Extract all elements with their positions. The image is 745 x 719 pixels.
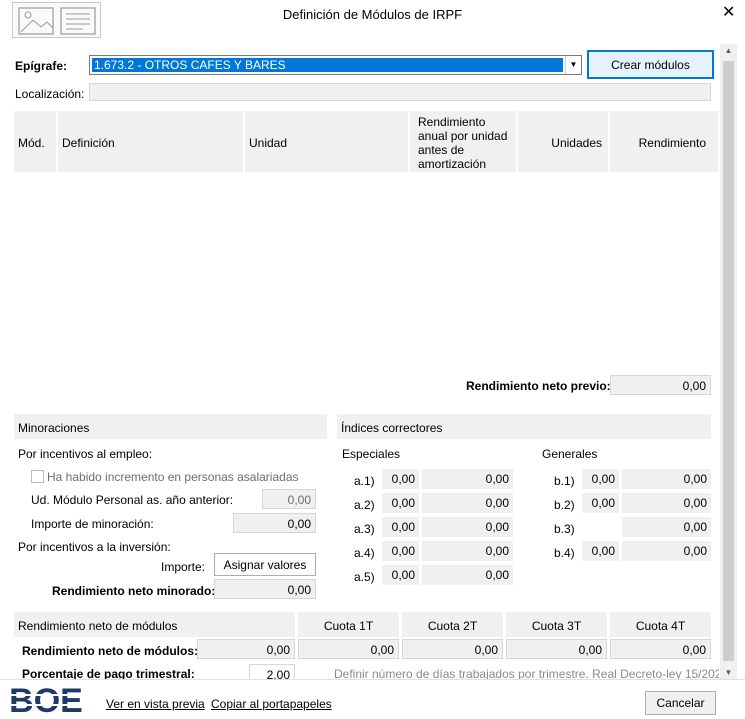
ver-vista-previa-link[interactable]: Ver en vista previa xyxy=(106,697,205,711)
general-value-1: 0,00 xyxy=(582,541,619,561)
importe-minoracion-field[interactable]: 0,00 xyxy=(233,513,316,533)
especial-value-1: 0,00 xyxy=(382,541,419,561)
cuota-3t-header: Cuota 3T xyxy=(506,612,607,637)
localizacion-field[interactable] xyxy=(89,83,711,101)
scroll-thumb[interactable] xyxy=(723,61,734,661)
scroll-down-icon[interactable]: ▼ xyxy=(720,668,737,677)
rend-neto-previo-field: 0,00 xyxy=(610,375,711,395)
cuota-2t-header: Cuota 2T xyxy=(402,612,503,637)
general-label: b.3) xyxy=(554,522,575,536)
boe-logo: BOE xyxy=(6,682,86,719)
especial-value-2: 0,00 xyxy=(422,565,513,585)
general-value-1: 0,00 xyxy=(582,493,619,513)
especial-label: a.2) xyxy=(354,498,375,512)
general-value-1: 0,00 xyxy=(582,469,619,489)
especiales-label: Especiales xyxy=(342,447,401,461)
importe-label: Importe: xyxy=(161,560,206,574)
cuota-1t-value: 0,00 xyxy=(298,639,399,659)
especial-value-1: 0,00 xyxy=(382,469,419,489)
ud-modulo-label: Ud. Módulo Personal as. año anterior: xyxy=(31,493,234,507)
col-rendimiento[interactable]: Rendimiento xyxy=(610,111,718,172)
cuota-4t-value: 0,00 xyxy=(610,639,711,659)
svg-text:BOE: BOE xyxy=(9,684,83,716)
col-mod[interactable]: Mód. xyxy=(14,111,56,172)
close-icon[interactable]: ✕ xyxy=(722,2,735,22)
general-value-2: 0,00 xyxy=(622,517,711,537)
general-value-2: 0,00 xyxy=(622,541,711,561)
localizacion-label: Localización: xyxy=(15,87,85,101)
por-inversion-label: Por incentivos a la inversión: xyxy=(18,540,171,554)
minoraciones-header: Minoraciones xyxy=(14,414,327,439)
vertical-scrollbar[interactable]: ▲ ▼ xyxy=(720,44,737,679)
cuota-4t-header: Cuota 4T xyxy=(610,612,711,637)
epigrafe-selected-value: 1.673.2 - OTROS CAFES Y BARES xyxy=(92,58,563,72)
general-label: b.4) xyxy=(554,546,575,560)
rend-neto-previo-label: Rendimiento neto previo: xyxy=(466,379,611,393)
incremento-checkbox-label: Ha habido incremento en personas asalari… xyxy=(47,470,299,484)
rend-minorado-label: Rendimiento neto minorado: xyxy=(52,584,216,598)
especial-label: a.1) xyxy=(354,474,375,488)
cuota-1t-header: Cuota 1T xyxy=(298,612,399,637)
crear-modulos-button[interactable]: Crear módulos xyxy=(587,50,714,79)
rend-modulos-row-label: Rendimiento neto de módulos: xyxy=(22,644,198,658)
epigrafe-label: Epígrafe: xyxy=(15,59,68,73)
cancelar-button[interactable]: Cancelar xyxy=(645,691,716,715)
incremento-checkbox[interactable] xyxy=(31,470,44,483)
especial-value-2: 0,00 xyxy=(422,517,513,537)
generales-label: Generales xyxy=(542,447,598,461)
general-label: b.1) xyxy=(554,474,575,488)
general-value-2: 0,00 xyxy=(622,493,711,513)
especial-label: a.3) xyxy=(354,522,375,536)
epigrafe-select[interactable]: 1.673.2 - OTROS CAFES Y BARES ▼ xyxy=(89,55,582,75)
indices-header: Índices correctores xyxy=(337,414,711,439)
importe-minoracion-label: Importe de minoración: xyxy=(31,517,154,531)
nota-text[interactable]: Definir número de días trabajados por tr… xyxy=(334,667,719,679)
especial-value-1: 0,00 xyxy=(382,565,419,585)
especial-value-1: 0,00 xyxy=(382,493,419,513)
por-empleo-label: Por incentivos al empleo: xyxy=(18,447,153,461)
copiar-portapapeles-link[interactable]: Copiar al portapapeles xyxy=(211,697,332,711)
rend-modulos-header: Rendimiento neto de módulos xyxy=(14,612,295,637)
porcentaje-label: Porcentaje de pago trimestral: xyxy=(22,667,195,679)
window-title: Definición de Módulos de IRPF xyxy=(282,7,463,22)
especial-value-2: 0,00 xyxy=(422,493,513,513)
general-label: b.2) xyxy=(554,498,575,512)
rend-minorado-field: 0,00 xyxy=(214,579,316,599)
especial-value-1: 0,00 xyxy=(382,517,419,537)
cuota-2t-value: 0,00 xyxy=(402,639,503,659)
scroll-up-icon[interactable]: ▲ xyxy=(720,46,737,55)
porcentaje-row: Porcentaje de pago trimestral: 2,00 Defi… xyxy=(0,662,719,679)
col-unidad[interactable]: Unidad xyxy=(245,111,408,172)
general-value-2: 0,00 xyxy=(622,469,711,489)
footer-separator xyxy=(0,679,745,680)
especial-value-2: 0,00 xyxy=(422,541,513,561)
col-unidades[interactable]: Unidades xyxy=(518,111,608,172)
col-definicion[interactable]: Definición xyxy=(58,111,243,172)
col-rendimiento-anual[interactable]: Rendimiento anual por unidad antes de am… xyxy=(410,111,516,172)
especial-value-2: 0,00 xyxy=(422,469,513,489)
rend-modulos-field: 0,00 xyxy=(197,639,295,659)
porcentaje-field[interactable]: 2,00 xyxy=(249,664,295,679)
asignar-valores-button[interactable]: Asignar valores xyxy=(214,553,316,576)
ud-modulo-field[interactable]: 0,00 xyxy=(262,489,316,509)
chevron-down-icon[interactable]: ▼ xyxy=(565,56,581,74)
cuota-3t-value: 0,00 xyxy=(506,639,607,659)
especial-label: a.5) xyxy=(354,570,375,584)
especial-label: a.4) xyxy=(354,546,375,560)
